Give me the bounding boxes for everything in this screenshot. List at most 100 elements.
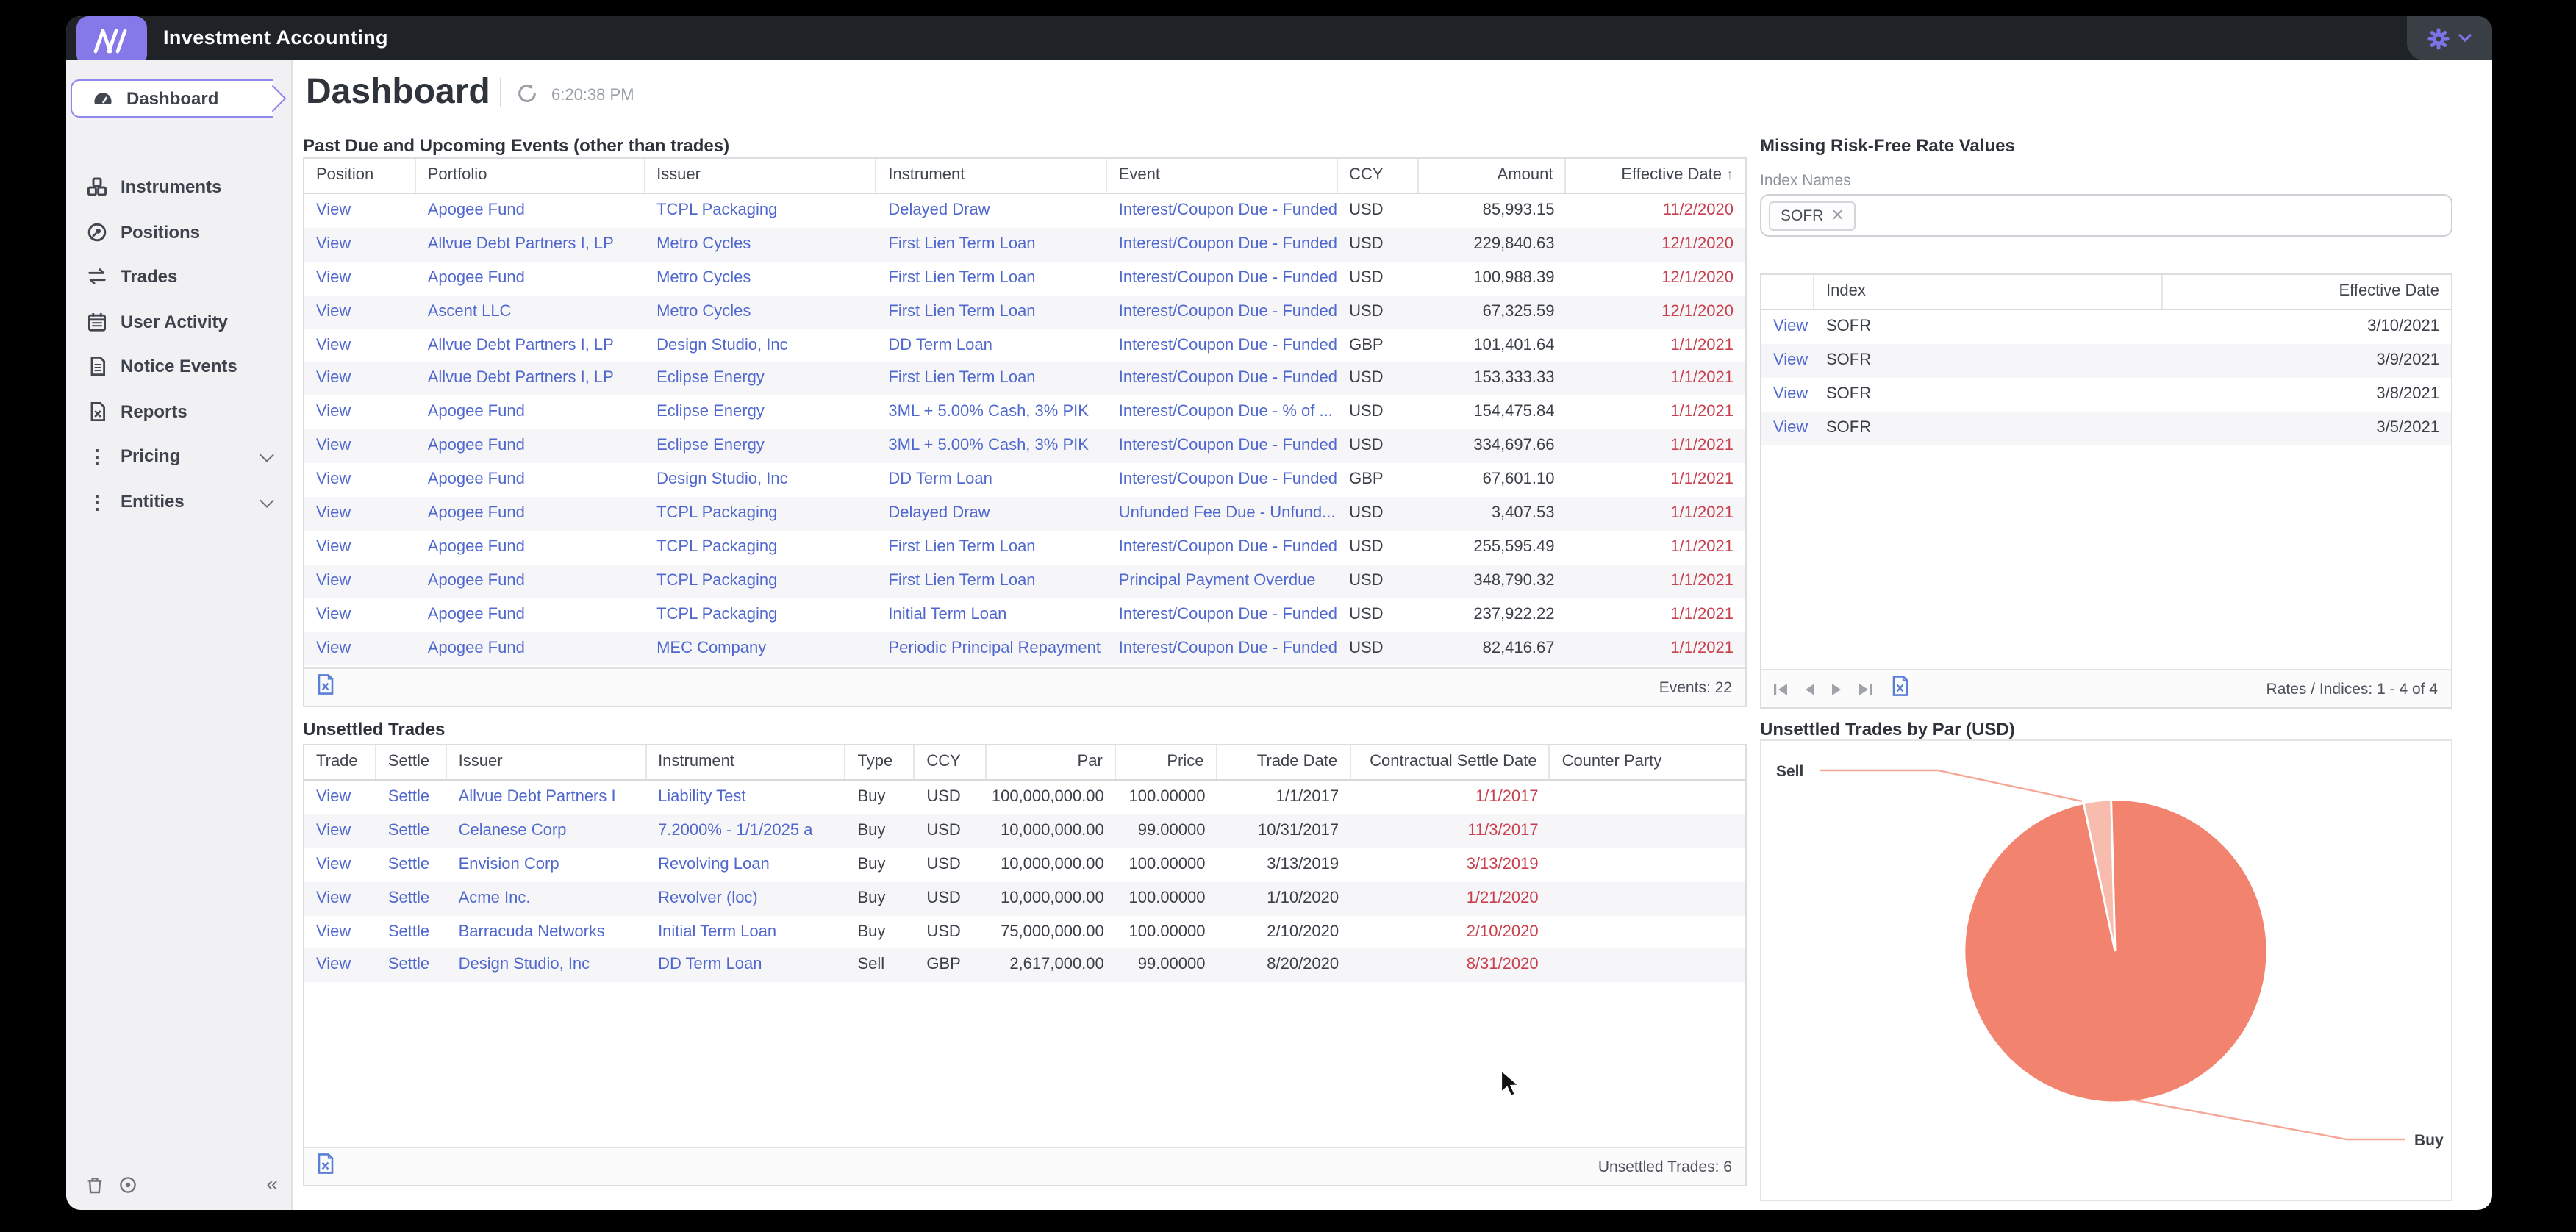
cell-link[interactable]: Metro Cycles [645, 295, 876, 329]
column-header[interactable]: CCY [915, 745, 987, 779]
cell-link[interactable]: TCPL Packaging [645, 598, 876, 631]
first-page-icon[interactable] [1773, 681, 1789, 696]
cell-link[interactable]: Apogee Fund [416, 531, 645, 565]
cell-link[interactable]: Interest/Coupon Due - Funded [1107, 598, 1337, 631]
cell-link[interactable]: View [304, 194, 416, 228]
cell-link[interactable]: Revolver (loc) [646, 881, 845, 915]
cell-link[interactable]: Interest/Coupon Due - Funded [1107, 429, 1337, 463]
cell-link[interactable]: View [304, 631, 416, 665]
column-header[interactable]: CCY [1337, 159, 1420, 193]
column-header[interactable] [1761, 275, 1814, 309]
cell-link[interactable]: Liability Test [646, 781, 845, 814]
cell-link[interactable]: Acme Inc. [447, 881, 646, 915]
cell-link[interactable]: View [304, 531, 416, 565]
cell-link[interactable]: 7.2000% - 1/1/2025 a [646, 814, 845, 848]
cell-link[interactable]: First Lien Term Loan [876, 531, 1106, 565]
column-header[interactable]: Contractual Settle Date [1350, 745, 1550, 779]
column-header[interactable]: Event [1107, 159, 1337, 193]
cell-link[interactable]: Interest/Coupon Due - Funded [1107, 228, 1337, 262]
export-excel-icon[interactable] [316, 1152, 335, 1181]
sidebar-item-reports[interactable]: Reports [66, 393, 293, 431]
cell-link[interactable]: First Lien Term Loan [876, 295, 1106, 329]
column-header[interactable]: Counter Party [1550, 745, 1745, 779]
sidebar-item-notice-events[interactable]: Notice Events [66, 347, 293, 385]
cell-link[interactable]: MEC Company [645, 631, 876, 665]
cell-link[interactable]: View [304, 463, 416, 497]
column-header[interactable]: Price [1116, 745, 1217, 779]
cell-link[interactable]: TCPL Packaging [645, 565, 876, 598]
cell-link[interactable]: Design Studio, Inc [447, 949, 646, 983]
sidebar-item-instruments[interactable]: Instruments [66, 168, 293, 206]
sidebar-item-trades[interactable]: Trades [66, 257, 293, 296]
cell-link[interactable]: Settle [376, 814, 447, 848]
column-header[interactable]: Effective Date↑ [1566, 159, 1745, 193]
cell-link[interactable]: View [304, 915, 376, 949]
cell-link[interactable]: Apogee Fund [416, 497, 645, 531]
cell-link[interactable]: Initial Term Loan [876, 598, 1106, 631]
cell-link[interactable]: Eclipse Energy [645, 362, 876, 396]
cell-link[interactable]: Interest/Coupon Due - Funded [1107, 362, 1337, 396]
target-icon[interactable] [119, 1175, 137, 1201]
trash-icon[interactable] [87, 1175, 103, 1201]
chip-remove-icon[interactable]: ✕ [1831, 206, 1844, 225]
column-header[interactable]: Par [987, 745, 1116, 779]
cell-link[interactable]: Settle [376, 848, 447, 882]
cell-link[interactable]: View [304, 949, 376, 983]
cell-link[interactable]: View [304, 814, 376, 848]
cell-link[interactable]: View [304, 497, 416, 531]
cell-link[interactable]: TCPL Packaging [645, 497, 876, 531]
sidebar-item-entities[interactable]: ⋮ Entities [66, 482, 293, 520]
cell-link[interactable]: 3ML + 5.00% Cash, 3% PIK [876, 396, 1106, 430]
column-header[interactable]: Settle [376, 745, 447, 779]
cell-link[interactable]: Settle [376, 781, 447, 814]
cell-link[interactable]: Barracuda Networks [447, 915, 646, 949]
cell-link[interactable]: Initial Term Loan [646, 915, 845, 949]
cell-link[interactable]: View [304, 262, 416, 296]
cell-link[interactable]: First Lien Term Loan [876, 362, 1106, 396]
cell-link[interactable]: Eclipse Energy [645, 396, 876, 430]
cell-link[interactable]: Interest/Coupon Due - Funded [1107, 295, 1337, 329]
cell-link[interactable]: DD Term Loan [646, 949, 845, 983]
cell-link[interactable]: Interest/Coupon Due - Funded [1107, 463, 1337, 497]
cell-link[interactable]: View [304, 598, 416, 631]
column-header[interactable]: Instrument [646, 745, 845, 779]
cell-link[interactable]: Design Studio, Inc [645, 329, 876, 362]
cell-link[interactable]: Principal Payment Overdue [1107, 565, 1337, 598]
cell-link[interactable]: View [1761, 310, 1814, 344]
cell-link[interactable]: First Lien Term Loan [876, 262, 1106, 296]
cell-link[interactable]: DD Term Loan [876, 329, 1106, 362]
sidebar-item-pricing[interactable]: ⋮ Pricing [66, 437, 293, 475]
cell-link[interactable]: Apogee Fund [416, 565, 645, 598]
sidebar-item-dashboard[interactable]: Dashboard [71, 79, 273, 118]
cell-link[interactable]: View [304, 881, 376, 915]
cell-link[interactable]: Metro Cycles [645, 228, 876, 262]
cell-link[interactable]: Settle [376, 949, 447, 983]
column-header[interactable]: Trade [304, 745, 376, 779]
cell-link[interactable]: Apogee Fund [416, 396, 645, 430]
cell-link[interactable]: Apogee Fund [416, 429, 645, 463]
cell-link[interactable]: Eclipse Energy [645, 429, 876, 463]
cell-link[interactable]: Settle [376, 881, 447, 915]
column-header[interactable]: Trade Date [1217, 745, 1351, 779]
cell-link[interactable]: View [304, 848, 376, 882]
cell-link[interactable]: Interest/Coupon Due - Funded [1107, 262, 1337, 296]
cell-link[interactable]: Interest/Coupon Due - % of ... [1107, 396, 1337, 430]
cell-link[interactable]: Envision Corp [447, 848, 646, 882]
cell-link[interactable]: View [304, 396, 416, 430]
cell-link[interactable]: TCPL Packaging [645, 531, 876, 565]
refresh-icon[interactable] [516, 82, 538, 104]
cell-link[interactable]: View [304, 781, 376, 814]
cell-link[interactable]: Delayed Draw [876, 194, 1106, 228]
column-header[interactable]: Position [304, 159, 416, 193]
cell-link[interactable]: Ascent LLC [416, 295, 645, 329]
cell-link[interactable]: First Lien Term Loan [876, 228, 1106, 262]
cell-link[interactable]: View [304, 565, 416, 598]
export-excel-icon[interactable] [1891, 674, 1910, 703]
cell-link[interactable]: Interest/Coupon Due - Funded [1107, 531, 1337, 565]
cell-link[interactable]: View [1761, 411, 1814, 445]
cell-link[interactable]: Design Studio, Inc [645, 463, 876, 497]
column-header[interactable]: Issuer [447, 745, 646, 779]
last-page-icon[interactable] [1857, 681, 1873, 696]
cell-link[interactable]: View [304, 228, 416, 262]
cell-link[interactable]: Delayed Draw [876, 497, 1106, 531]
